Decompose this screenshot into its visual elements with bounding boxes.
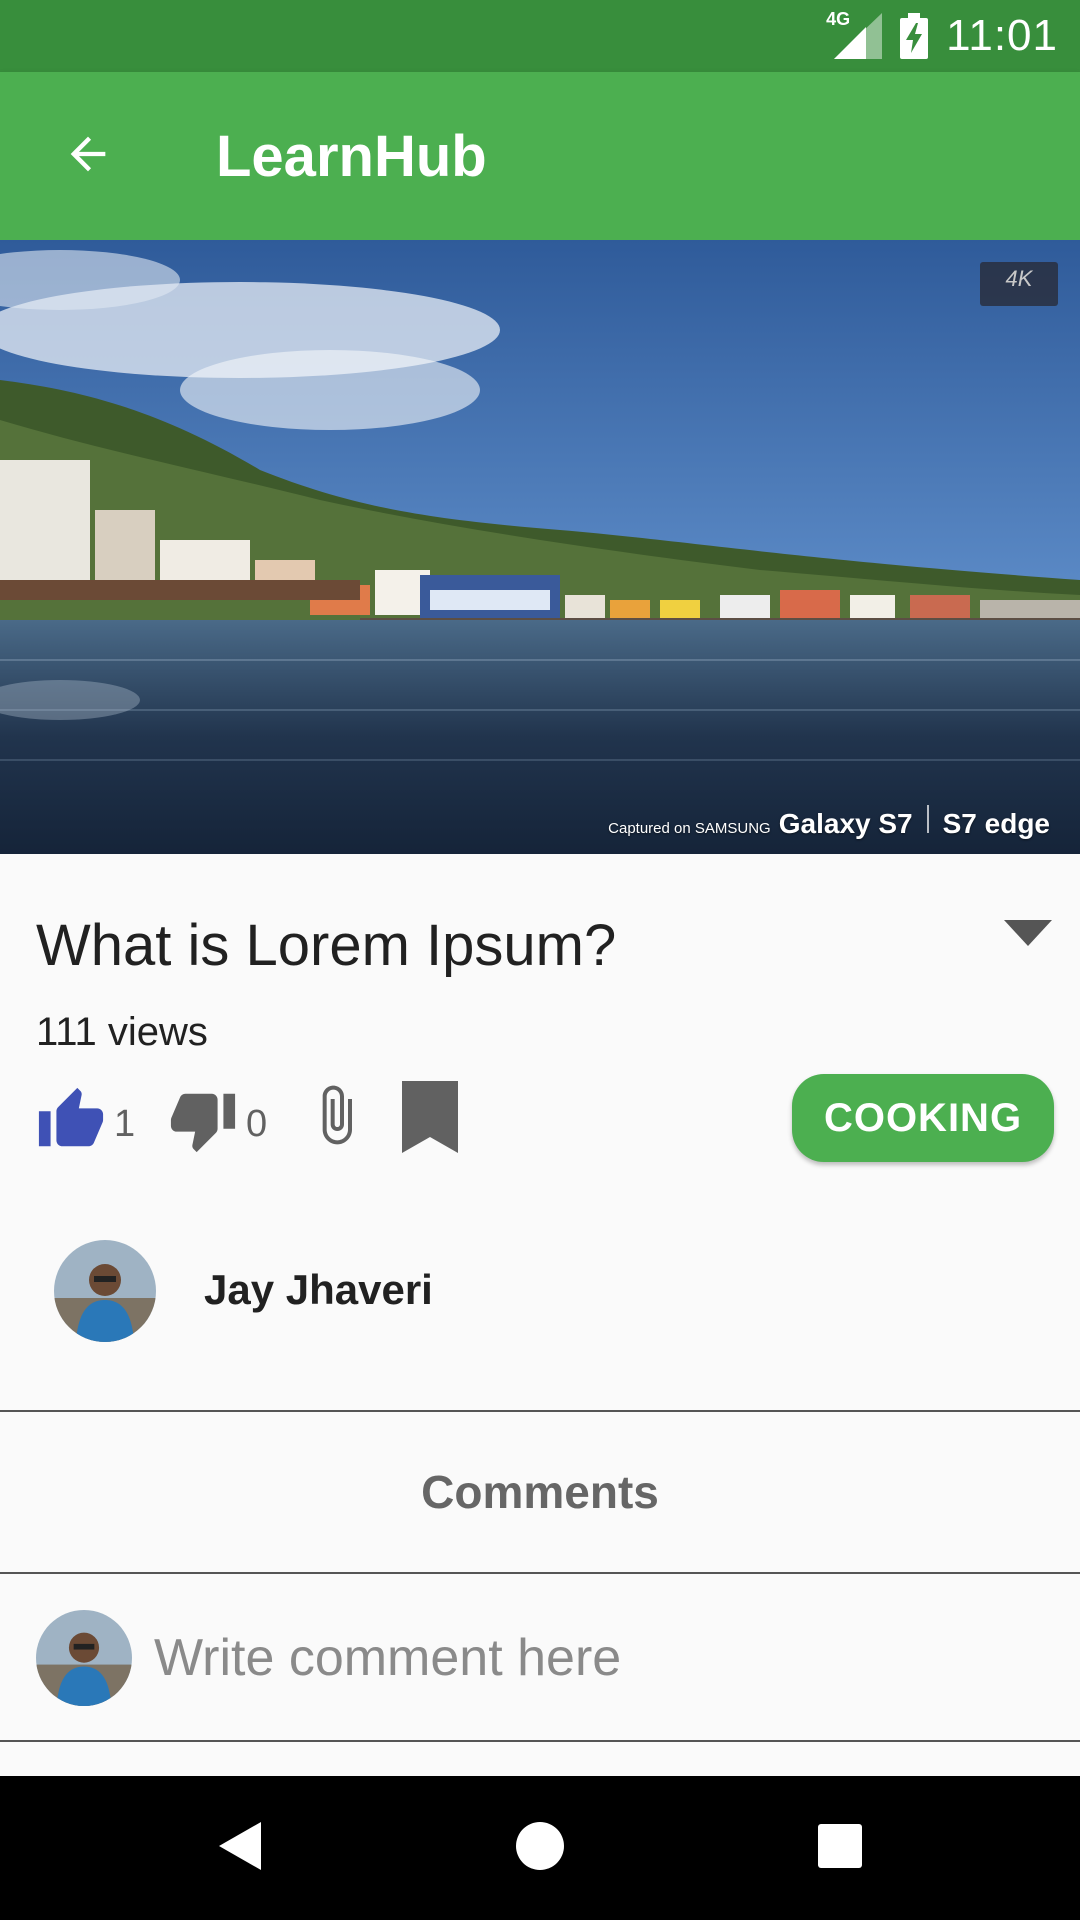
attachment-button[interactable]: [304, 1070, 368, 1160]
comment-input[interactable]: [154, 1620, 1034, 1696]
paperclip-icon: [304, 1075, 368, 1160]
current-user-avatar: [36, 1610, 132, 1706]
system-nav-bar: [0, 1776, 1080, 1920]
video-frame-image: [0, 240, 1080, 854]
nav-home-button[interactable]: [490, 1798, 590, 1898]
dislike-count: 0: [246, 1103, 268, 1145]
app-title: LearnHub: [216, 123, 487, 189]
back-button[interactable]: [40, 108, 136, 204]
author-name[interactable]: Jay Jhaveri: [204, 1266, 433, 1314]
status-time: 11:01: [946, 11, 1058, 60]
arrow-back-icon: [62, 128, 114, 185]
signal-icon: 4G: [826, 9, 883, 59]
arrow-drop-down-icon: [1000, 920, 1056, 964]
divider: [0, 1740, 1080, 1742]
watermark-separator: [926, 805, 929, 833]
like-button[interactable]: 1: [36, 1070, 135, 1160]
watermark-model: Galaxy S7: [778, 808, 913, 839]
network-type: 4G: [826, 9, 851, 29]
square-recents-icon: [817, 1823, 863, 1874]
thumb-down-icon: [168, 1085, 238, 1160]
comments-header: Comments: [421, 1466, 659, 1518]
nav-recents-button[interactable]: [790, 1798, 890, 1898]
divider: [0, 1572, 1080, 1574]
circle-home-icon: [514, 1820, 566, 1877]
view-count: 111 views: [36, 1010, 208, 1054]
app-bar: LearnHub: [0, 72, 1080, 240]
thumb-up-icon: [36, 1085, 106, 1160]
battery-charging-icon: [900, 13, 929, 59]
category-chip-button[interactable]: COOKING: [792, 1074, 1054, 1162]
expand-description-button[interactable]: [1000, 910, 1056, 960]
like-count: 1: [114, 1103, 136, 1145]
post-title: What is Lorem Ipsum?: [36, 913, 617, 978]
bookmark-button[interactable]: [400, 1070, 460, 1160]
bookmark-icon: [400, 1079, 460, 1160]
author-avatar[interactable]: [54, 1240, 156, 1342]
triangle-back-icon: [215, 1820, 265, 1877]
4k-badge: 4K: [980, 262, 1058, 306]
video-watermark: Captured on SAMSUNG Galaxy S7 S7 edge: [608, 805, 1050, 840]
dislike-button[interactable]: 0: [168, 1070, 267, 1160]
nav-back-button[interactable]: [190, 1798, 290, 1898]
status-bar: 4G 11:01: [0, 0, 1080, 72]
watermark-caption: Captured on SAMSUNG: [608, 820, 771, 837]
watermark-edge: S7 edge: [942, 808, 1050, 839]
video-player[interactable]: 4K Captured on SAMSUNG Galaxy S7 S7 edge: [0, 240, 1080, 854]
